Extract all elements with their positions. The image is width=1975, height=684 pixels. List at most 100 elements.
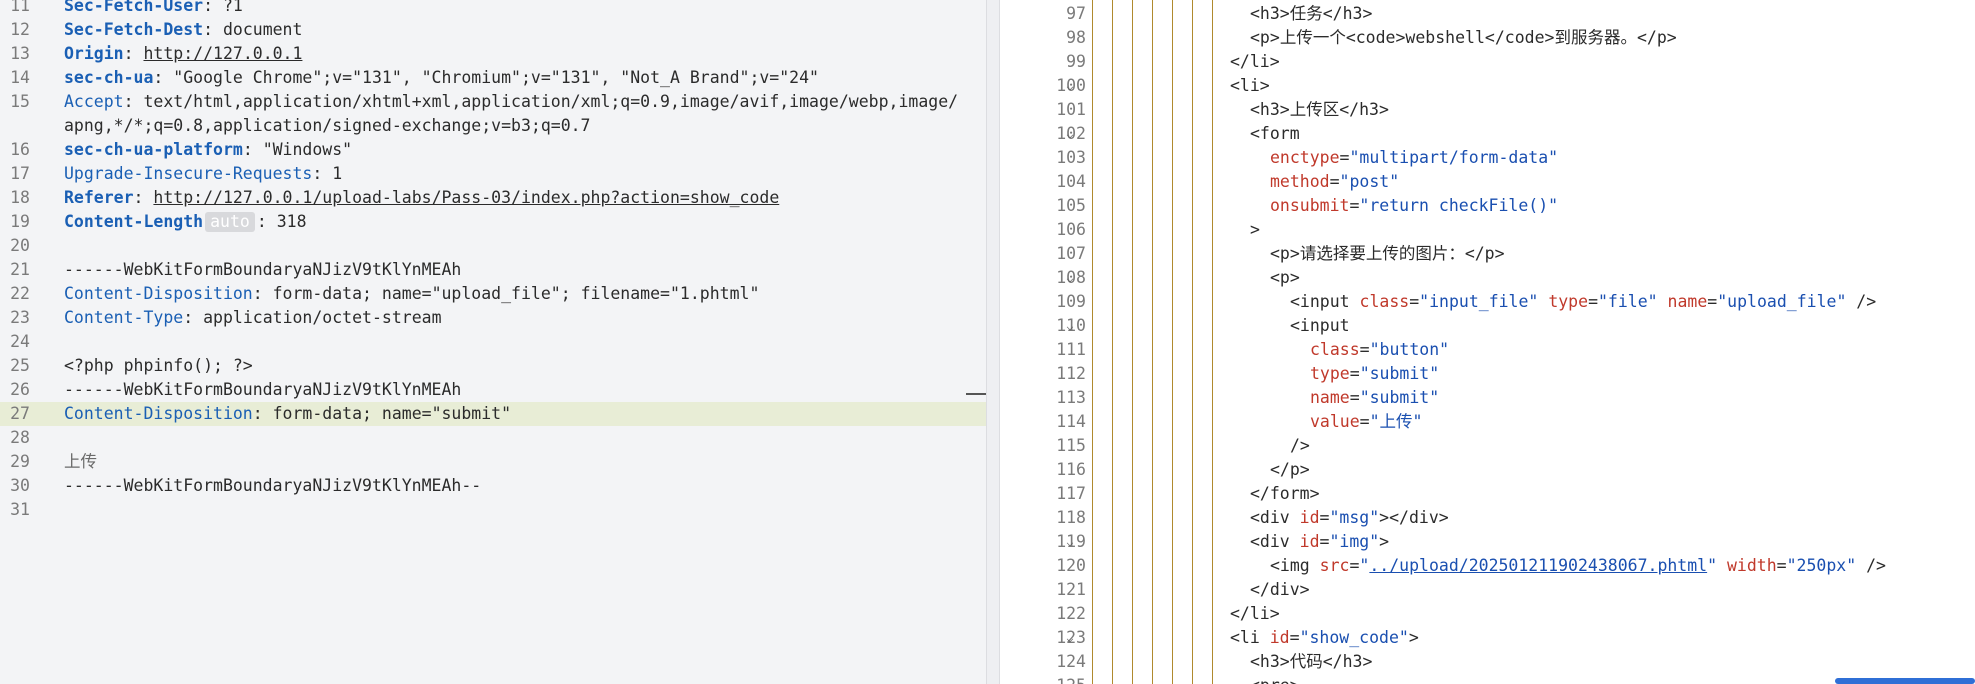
- fold-chevron-icon[interactable]: ⌵: [1062, 74, 1078, 98]
- response-line[interactable]: 112 type="submit": [1000, 362, 1975, 386]
- request-editor[interactable]: 11 Sec-Fetch-User: ?1 12 Sec-Fetch-Dest: do…: [0, 0, 986, 684]
- response-line[interactable]: 121 </div>: [1000, 578, 1975, 602]
- header-name: Sec-Fetch-User: [64, 0, 204, 15]
- response-line[interactable]: 109 <input class="input_file" type="file"…: [1000, 290, 1975, 314]
- request-line[interactable]: 14 sec-ch-ua: "Google Chrome";v="131", "C…: [0, 66, 986, 90]
- response-line[interactable]: 107 <p>请选择要上传的图片：</p>: [1000, 242, 1975, 266]
- response-line[interactable]: 119 ⌵ <div id="img">: [1000, 530, 1975, 554]
- line-number: 28: [10, 428, 30, 447]
- attribute-value: "msg": [1329, 508, 1380, 527]
- header-value: http://127.0.0.1/upload-labs/Pass-03/ind…: [153, 188, 780, 207]
- request-line[interactable]: 26 ------WebKitFormBoundaryaNJizV9tKlYnME…: [0, 378, 986, 402]
- request-line[interactable]: 31: [0, 498, 986, 522]
- line-number: 16: [10, 140, 30, 159]
- text-content: 到服务器。: [1554, 28, 1637, 47]
- line-text: Sec-Fetch-Dest: document: [64, 18, 302, 42]
- header-value: document: [222, 20, 303, 39]
- fold-chevron-icon[interactable]: ⌵: [1062, 674, 1078, 684]
- response-line[interactable]: 100 ⌵ <li>: [1000, 74, 1975, 98]
- line-number: 101: [1056, 100, 1086, 119]
- upload-path-link[interactable]: ../upload/202501211902438067.phtml: [1369, 556, 1707, 575]
- request-line[interactable]: 30 ------WebKitFormBoundaryaNJizV9tKlYnME…: [0, 474, 986, 498]
- auto-badge[interactable]: auto: [205, 212, 255, 232]
- response-line[interactable]: 113 name="submit": [1000, 386, 1975, 410]
- response-line[interactable]: 124 <h3>代码</h3>: [1000, 650, 1975, 674]
- code-text: <li id="show_code">: [1230, 626, 1419, 650]
- request-line[interactable]: 21 ------WebKitFormBoundaryaNJizV9tKlYnME…: [0, 258, 986, 282]
- code-text: method="post": [1270, 170, 1399, 194]
- fold-chevron-icon[interactable]: ⌵: [1062, 314, 1078, 338]
- response-line[interactable]: 118 <div id="msg"></div>: [1000, 506, 1975, 530]
- header-separator: :: [123, 92, 144, 111]
- response-line[interactable]: 111 class="button": [1000, 338, 1975, 362]
- markup-token: </h3>: [1322, 4, 1373, 23]
- line-number: 27: [10, 404, 30, 423]
- request-line[interactable]: 23 Content-Type: application/octet-stream: [0, 306, 986, 330]
- body-text: ------WebKitFormBoundaryaNJizV9tKlYnMEAh…: [64, 476, 482, 495]
- request-line[interactable]: 29 上传: [0, 450, 986, 474]
- request-line[interactable]: 25 <?php phpinfo(); ?>: [0, 354, 986, 378]
- fold-chevron-icon[interactable]: ⌵: [1062, 626, 1078, 650]
- response-line[interactable]: 120 <img src="../upload/20250121190243806…: [1000, 554, 1975, 578]
- response-line[interactable]: 110 ⌵ <input: [1000, 314, 1975, 338]
- line-number: 106: [1056, 220, 1086, 239]
- markup-token: <img: [1270, 556, 1320, 575]
- response-line[interactable]: 101 <h3>上传区</h3>: [1000, 98, 1975, 122]
- line-text: sec-ch-ua-platform: "Windows": [64, 138, 352, 162]
- request-line[interactable]: 24: [0, 330, 986, 354]
- response-line[interactable]: 114 value="上传": [1000, 410, 1975, 434]
- response-line[interactable]: 125⌵<pre>: [1000, 674, 1975, 684]
- response-line[interactable]: 99 </li>: [1000, 50, 1975, 74]
- response-line[interactable]: 115 />: [1000, 434, 1975, 458]
- response-line[interactable]: 105 onsubmit="return checkFile()": [1000, 194, 1975, 218]
- request-line[interactable]: 16 sec-ch-ua-platform: "Windows": [0, 138, 986, 162]
- line-number: 111: [1056, 340, 1086, 359]
- attribute-value: "img": [1329, 532, 1380, 551]
- response-line[interactable]: 103 enctype="multipart/form-data": [1000, 146, 1975, 170]
- line-number: 11: [10, 0, 30, 15]
- request-line[interactable]: 18 Referer: http://127.0.0.1/upload-labs/…: [0, 186, 986, 210]
- markup-token: <pre>: [1250, 676, 1300, 684]
- request-line[interactable]: apng,*/*;q=0.8,application/signed-exchan…: [0, 114, 986, 138]
- attribute-value: "上传": [1369, 412, 1423, 431]
- markup-token: =: [1339, 148, 1350, 167]
- attribute-name: src: [1319, 556, 1350, 575]
- header-separator: :: [242, 140, 263, 159]
- response-line[interactable]: 104 method="post": [1000, 170, 1975, 194]
- response-line[interactable]: 106 >: [1000, 218, 1975, 242]
- pane-splitter[interactable]: [986, 0, 1000, 684]
- fold-chevron-icon[interactable]: ⌵: [1062, 530, 1078, 554]
- request-line[interactable]: 11 Sec-Fetch-User: ?1: [0, 0, 986, 18]
- request-line[interactable]: 13 Origin: http://127.0.0.1: [0, 42, 986, 66]
- line-number: 107: [1056, 244, 1086, 263]
- fold-chevron-icon[interactable]: ⌵: [1062, 266, 1078, 290]
- response-line[interactable]: 116 </p>: [1000, 458, 1975, 482]
- response-line[interactable]: 122 </li>: [1000, 602, 1975, 626]
- response-line[interactable]: 102 ⌵ <form: [1000, 122, 1975, 146]
- request-line[interactable]: 19 Content-Length auto: 318: [0, 210, 986, 234]
- response-line[interactable]: 108 ⌵ <p>: [1000, 266, 1975, 290]
- code-text: <div id="msg"></div>: [1250, 506, 1449, 530]
- fold-chevron-icon[interactable]: ⌵: [1062, 122, 1078, 146]
- request-line[interactable]: 28: [0, 426, 986, 450]
- response-line[interactable]: 117 </form>: [1000, 482, 1975, 506]
- request-line[interactable]: 27 Content-Disposition: form-data; name="…: [0, 402, 986, 426]
- request-line[interactable]: 15 Accept: text/html,application/xhtml+xm…: [0, 90, 986, 114]
- markup-token: <p>: [1270, 268, 1300, 287]
- response-editor[interactable]: 97 <h3>任务</h3> 98 <p>上传一个<code>webshell</co…: [1000, 0, 1975, 684]
- markup-token: =: [1349, 556, 1360, 575]
- request-line[interactable]: 22 Content-Disposition: form-data; name="…: [0, 282, 986, 306]
- response-line[interactable]: 97 <h3>任务</h3>: [1000, 2, 1975, 26]
- request-line[interactable]: 12 Sec-Fetch-Dest: document: [0, 18, 986, 42]
- request-line[interactable]: 17 Upgrade-Insecure-Requests: 1: [0, 162, 986, 186]
- header-name: Content-Length: [64, 212, 204, 231]
- header-name: Accept: [64, 92, 124, 111]
- request-line[interactable]: 20: [0, 234, 986, 258]
- line-number: 103: [1056, 148, 1086, 167]
- response-line[interactable]: 123 ⌵ <li id="show_code">: [1000, 626, 1975, 650]
- response-line[interactable]: 98 <p>上传一个<code>webshell</code>到服务器。</p>: [1000, 26, 1975, 50]
- markup-token: <div: [1250, 508, 1300, 527]
- markup-token: </h3>: [1322, 652, 1373, 671]
- horizontal-scrollbar[interactable]: [1835, 678, 1975, 684]
- attribute-name: value: [1310, 412, 1360, 431]
